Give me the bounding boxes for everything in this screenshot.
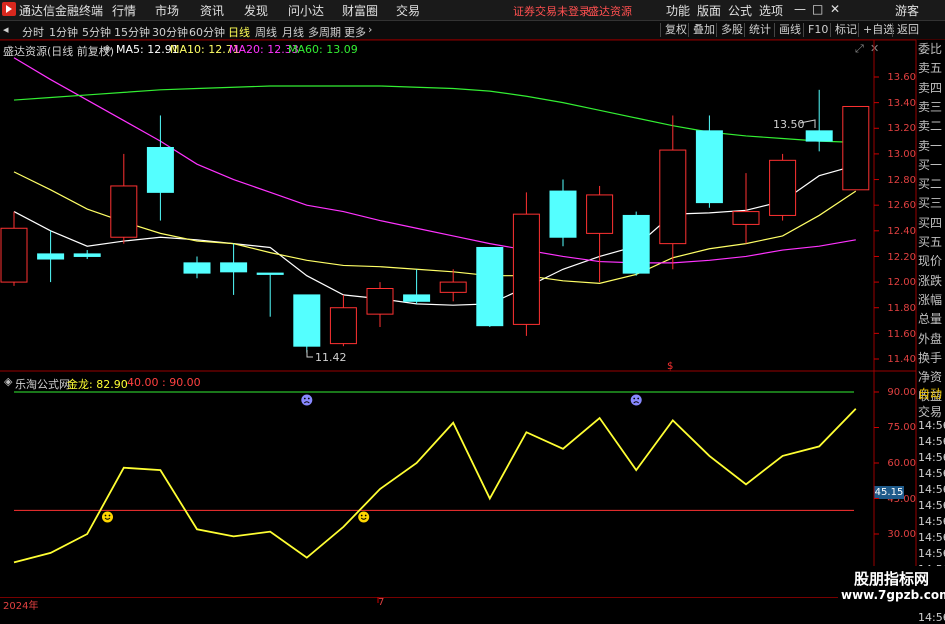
dividend-mark: $ (667, 361, 673, 372)
smile-icon-eye (360, 514, 363, 517)
side-item: 买一 (918, 157, 943, 172)
side-lower-item[interactable]: 交易 (918, 403, 945, 420)
tick-time: 14:56 (918, 467, 945, 480)
frown-icon-eye (637, 397, 640, 400)
watermark: 股朋指标网 www.7gpzb.com (838, 566, 945, 609)
frown-icon-eye (303, 397, 306, 400)
candle-body-up (439, 281, 467, 293)
side-item: 买五 (918, 235, 943, 249)
side-item: 卖五 (918, 61, 943, 76)
ma-line-ma60 (13, 85, 856, 143)
candle-body-down (146, 147, 174, 193)
candle-body-up (659, 149, 687, 245)
frown-icon-eye (307, 397, 310, 400)
watermark-url: www.7gpzb.com (841, 588, 945, 602)
side-item: 涨幅 (918, 292, 943, 307)
tick-time: 14:56 (918, 499, 945, 512)
ma-line-ma10 (13, 171, 857, 284)
side-lower-item[interactable]: 自动 (918, 385, 945, 402)
smile-icon (102, 511, 113, 523)
candle-body-up (769, 159, 797, 216)
candle-body-up (732, 211, 760, 225)
low-price-label: 11.42 (315, 351, 347, 364)
side-item: 卖一 (918, 138, 943, 153)
ma-line-ma5 (13, 164, 856, 306)
candle-body-up (329, 307, 357, 345)
low-pointer (306, 350, 313, 358)
candle-body-up (512, 213, 540, 325)
indicator-line (13, 408, 857, 564)
high-price-label: 13.50 (773, 118, 805, 131)
candle-body-up (366, 288, 394, 315)
side-item: 卖二 (918, 119, 943, 134)
candle-body-down (805, 130, 833, 142)
smile-icon-eye (364, 514, 367, 517)
side-item: 买四 (918, 215, 943, 230)
smile-icon-eye (104, 514, 107, 517)
candle-body-down (695, 130, 723, 204)
tick-time: 14:56 (918, 611, 945, 624)
smile-icon-eye (108, 514, 111, 517)
tick-time: 14:56 (918, 515, 945, 528)
frown-icon (301, 394, 313, 406)
candle-body-up (842, 105, 870, 191)
frown-icon (630, 394, 642, 406)
candle-body-down (622, 214, 650, 274)
kline-chart[interactable]: 13.50 11.42 $ (0, 0, 945, 609)
side-item: 外盘 (918, 331, 943, 346)
ma-line-ma20 (13, 57, 856, 264)
candle-body-up (586, 194, 614, 234)
tick-time: 14:56 (918, 451, 945, 464)
candle-body-down (183, 262, 211, 274)
candle-body-down (37, 253, 65, 260)
candle-body-down (403, 294, 431, 302)
candle-body-down (549, 190, 577, 238)
side-item: 换手 (918, 350, 943, 365)
tick-time: 14:56 (918, 419, 945, 432)
candle-body-down (73, 253, 101, 257)
side-item: 卖三 (918, 99, 943, 114)
side-item: 买三 (918, 196, 943, 211)
candle-body-down (220, 262, 248, 273)
frown-icon-eye (633, 397, 636, 400)
side-item: 委比 (918, 42, 943, 56)
smile-icon (358, 511, 370, 523)
side-item: 卖四 (918, 80, 943, 95)
tick-time: 14:56 (918, 547, 945, 560)
side-item: 净资 (918, 370, 943, 385)
watermark-title: 股朋指标网 (854, 570, 930, 588)
candle-body-up (110, 185, 138, 238)
candle-body-up (0, 227, 28, 283)
candle-body-down (476, 246, 504, 327)
side-item: 涨跌 (918, 273, 943, 288)
tick-time: 14:56 (918, 435, 945, 448)
candle-body-down (256, 272, 284, 275)
side-item: 现价 (918, 254, 943, 269)
candle-body-down (293, 294, 321, 347)
tick-time: 14:56 (918, 531, 945, 544)
side-item: 总量 (918, 312, 943, 327)
side-item: 买二 (918, 177, 943, 192)
tick-time: 14:56 (918, 483, 945, 496)
